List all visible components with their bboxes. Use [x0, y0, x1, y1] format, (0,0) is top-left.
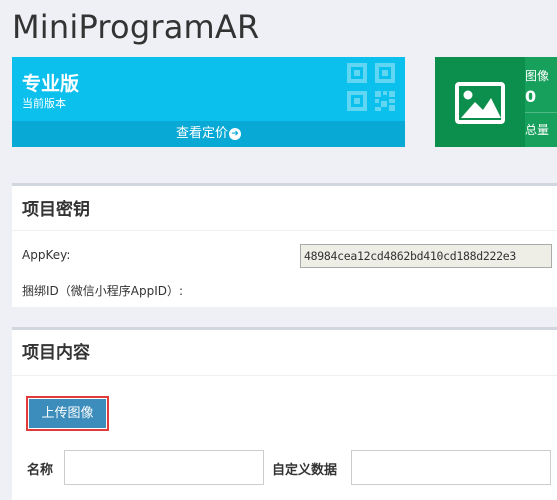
view-pricing-label: 查看定价 [175, 126, 228, 141]
qr-code-icon [347, 63, 395, 111]
appkey-label: AppKey: [22, 248, 71, 262]
appkey-field[interactable]: 48984cea12cd4862bd410cd188d222e3 [300, 244, 552, 268]
project-content-panel: 项目内容 上传图像 名称 自定义数据 [12, 327, 557, 500]
plan-name: 专业版 [22, 73, 80, 95]
view-pricing-link[interactable]: 查看定价 ➜ [12, 121, 405, 147]
bind-id-label: 捆绑ID（微信小程序AppID）: [22, 284, 184, 298]
name-label: 名称 [27, 463, 54, 478]
page: MiniProgramAR 专业版 当前版本 查看定价 ➜ 图像 0 总量 项目… [0, 0, 557, 500]
image-icon [455, 82, 505, 124]
stats-panel: 图像 0 总量 [525, 57, 557, 147]
plan-subtitle: 当前版本 [22, 97, 66, 110]
stats-value: 0 [525, 87, 537, 106]
stats-label: 图像 [525, 69, 550, 83]
arrow-circle-right-icon: ➜ [229, 127, 241, 140]
stats-label-total: 总量 [525, 123, 550, 137]
upload-image-button[interactable]: 上传图像 [26, 396, 109, 431]
project-content-title: 项目内容 [12, 330, 557, 376]
plan-card: 专业版 当前版本 查看定价 ➜ [12, 57, 405, 147]
name-input[interactable] [64, 450, 264, 485]
page-title: MiniProgramAR [12, 8, 260, 46]
project-key-panel: 项目密钥 AppKey: 48984cea12cd4862bd410cd188d… [12, 183, 557, 307]
custom-data-input[interactable] [351, 450, 551, 485]
project-key-title: 项目密钥 [12, 186, 557, 231]
upload-image-label: 上传图像 [29, 399, 106, 428]
stats-divider [525, 112, 557, 113]
custom-data-label: 自定义数据 [272, 463, 338, 478]
stats-card: 图像 0 总量 [435, 57, 557, 147]
